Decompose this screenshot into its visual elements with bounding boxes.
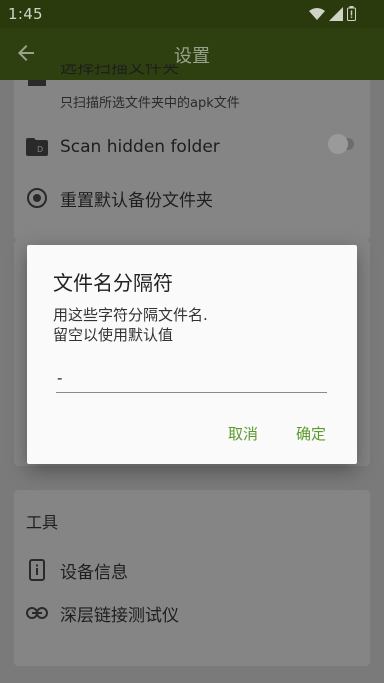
folder-search-icon [28,80,46,86]
device-info-icon [26,559,48,581]
ok-button[interactable]: 确定 [296,423,326,444]
setting-scan-selected-subtitle: 只扫描所选文件夹中的apk文件 [60,96,240,111]
scan-hidden-toggle[interactable] [328,134,354,154]
setting-scan-hidden-title: Scan hidden folder [60,137,220,157]
setting-device-info-title: 设备信息 [60,562,128,583]
wifi-icon [309,7,325,20]
cancel-button[interactable]: 取消 [228,423,258,444]
radio-target-icon [26,187,48,209]
dialog-title: 文件名分隔符 [53,271,173,295]
section-tools-header: 工具 [26,513,59,532]
app-bar: 设置 [0,28,384,80]
separator-input[interactable] [56,363,327,393]
svg-text:D: D [37,145,43,154]
separator-dialog: 文件名分隔符 用这些字符分隔文件名. 留空以使用默认值 取消 确定 [27,245,357,464]
setting-device-info[interactable]: 设备信息 [26,554,358,586]
setting-deep-link[interactable]: 深层链接测试仪 [26,597,358,629]
setting-scan-selected-title: 选择扫描文件夹 [60,64,179,78]
signal-icon [329,6,343,21]
setting-reset-backup[interactable]: 重置默认备份文件夹 [26,182,358,214]
setting-scan-hidden[interactable]: D Scan hidden folder [26,131,358,163]
status-time: 1:45 [8,5,43,23]
setting-reset-backup-title: 重置默认备份文件夹 [60,190,213,211]
status-bar: 1:45 [0,0,384,28]
setting-deep-link-title: 深层链接测试仪 [60,605,179,626]
status-icons [309,6,356,21]
link-icon [26,602,48,624]
toggle-knob [328,134,348,154]
battery-icon [347,6,356,21]
hidden-folder-icon: D [26,136,48,158]
dialog-message: 用这些字符分隔文件名. 留空以使用默认值 [53,306,208,344]
page-title: 设置 [174,46,210,67]
